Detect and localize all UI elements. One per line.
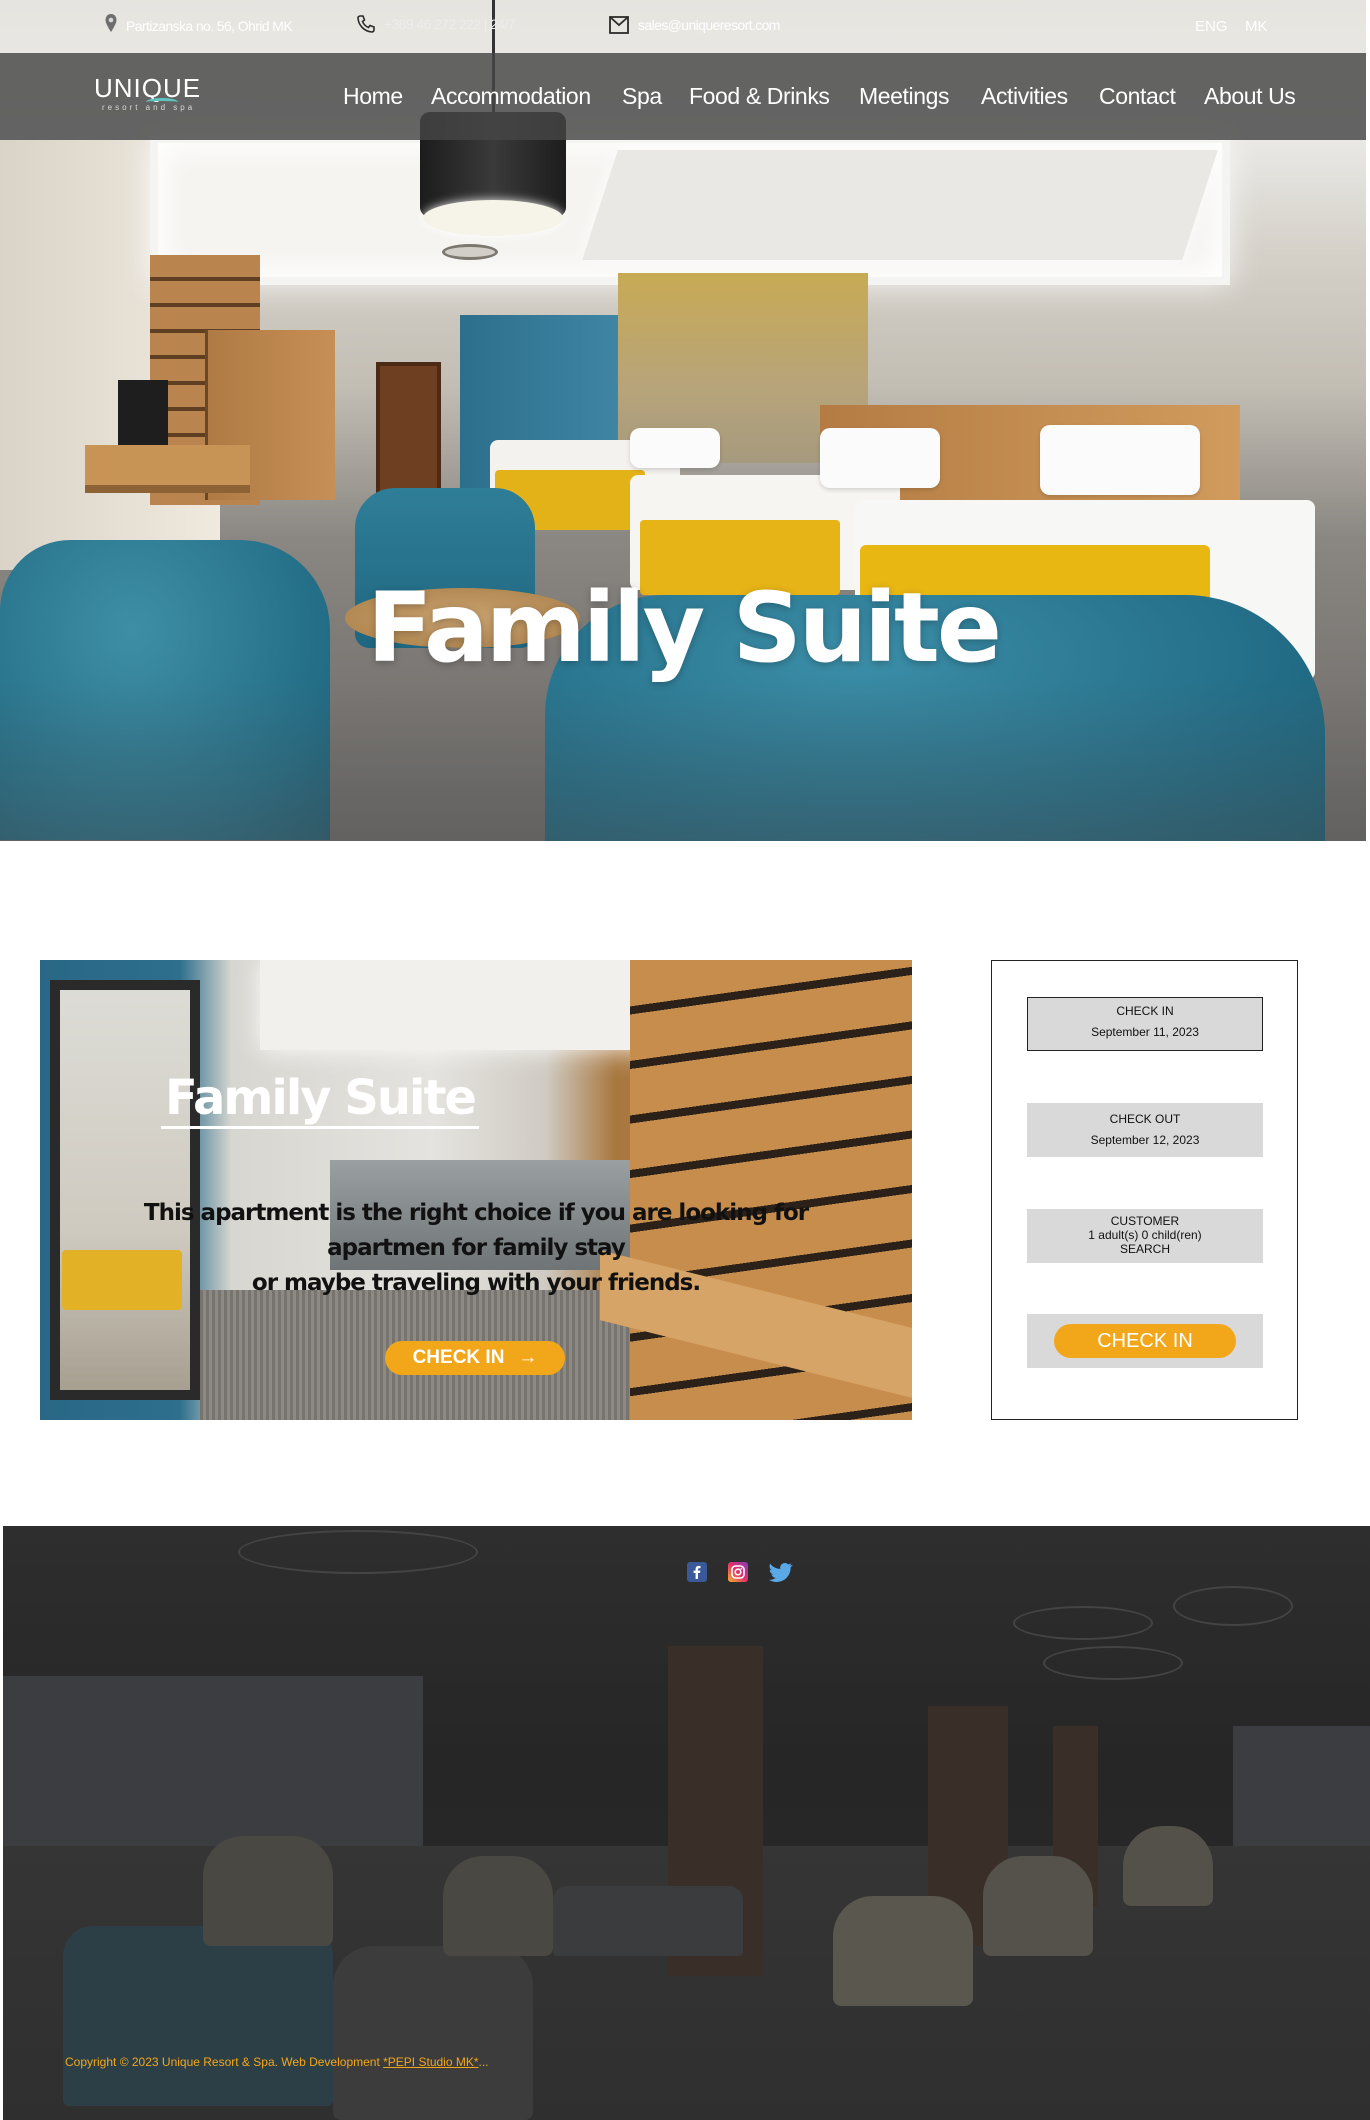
nav-contact[interactable]: Contact	[1099, 83, 1176, 110]
hero-section: Partizanska no. 56, Ohrid MK +389 46 272…	[0, 0, 1366, 841]
instagram-glyph	[731, 1565, 745, 1579]
site-footer: Copyright © 2023 Unique Resort & Spa. We…	[3, 1526, 1370, 2120]
nav-home[interactable]: Home	[343, 83, 403, 110]
footer-chair	[443, 1856, 553, 1956]
room-card: Family Suite This apartment is the right…	[40, 960, 912, 1420]
twitter-glyph	[769, 1562, 793, 1582]
customer-selector[interactable]: CUSTOMER 1 adult(s) 0 child(ren) SEARCH	[1027, 1209, 1263, 1263]
nav-spa[interactable]: Spa	[622, 83, 662, 110]
phone-icon	[357, 15, 375, 33]
hero-monitor	[118, 380, 168, 450]
customer-label: CUSTOMER	[1110, 1214, 1180, 1228]
location-pin-icon	[105, 14, 117, 32]
check-in-date-field[interactable]: CHECK IN September 11, 2023	[1027, 997, 1263, 1051]
footer-ceiling-fixture	[1013, 1606, 1153, 1640]
hero-pillow	[630, 428, 720, 468]
room-mirror	[50, 980, 200, 1400]
room-check-in-button[interactable]: CHECK IN →	[385, 1341, 565, 1375]
nav-activities[interactable]: Activities	[981, 83, 1068, 110]
language-mk[interactable]: MK	[1245, 18, 1268, 35]
check-out-date-field[interactable]: CHECK OUT September 12, 2023	[1027, 1103, 1263, 1157]
footer-chair	[833, 1896, 973, 2006]
footer-ceiling-fixture	[1043, 1646, 1183, 1680]
copyright-suffix: ...	[478, 2055, 489, 2069]
email-link[interactable]: sales@uniqueresort.com	[638, 17, 780, 33]
check-in-label: CHECK IN	[1116, 1004, 1174, 1018]
nav-accommodation[interactable]: Accommodation	[431, 83, 591, 110]
booking-submit-wrap: CHECK IN	[1027, 1314, 1263, 1368]
hero-ceiling-panel	[582, 150, 1218, 260]
customer-value: 1 adult(s) 0 child(ren)	[1088, 1228, 1202, 1242]
nav-meetings[interactable]: Meetings	[859, 83, 950, 110]
booking-panel: CHECK IN September 11, 2023 CHECK OUT Se…	[991, 960, 1298, 1420]
search-label[interactable]: SEARCH	[1027, 1242, 1263, 1256]
room-description-line: or maybe traveling with your friends.	[251, 1270, 701, 1296]
footer-chair	[983, 1856, 1093, 1956]
hero-pillow	[1040, 425, 1200, 495]
footer-ceiling-fixture	[238, 1530, 478, 1574]
address-info: Partizanska no. 56, Ohrid MK	[104, 12, 293, 40]
copyright-text: Copyright © 2023 Unique Resort & Spa. We…	[65, 2055, 384, 2069]
main-nav: Home Accommodation Spa Food & Drinks Mee…	[0, 83, 1366, 113]
developer-link[interactable]: *PEPI Studio MK*	[383, 2055, 478, 2069]
nav-food-drinks[interactable]: Food & Drinks	[689, 83, 830, 110]
booking-check-in-button[interactable]: CHECK IN	[1054, 1324, 1236, 1358]
hero-title: Family Suite	[367, 572, 1002, 684]
room-check-in-label: CHECK IN	[412, 1347, 505, 1368]
room-title-text: Family Suite	[161, 1070, 479, 1129]
hero-spotlight	[442, 244, 498, 260]
copyright-notice: Copyright © 2023 Unique Resort & Spa. We…	[65, 2055, 489, 2069]
room-description-line: This apartment is the right choice if yo…	[143, 1200, 809, 1226]
room-ceiling-light	[260, 960, 660, 1050]
footer-chair	[203, 1836, 333, 1946]
nav-about-us[interactable]: About Us	[1204, 83, 1296, 110]
main-navbar: UNIQUE resort and spa Home Accommodation…	[0, 53, 1366, 140]
footer-chair	[1123, 1826, 1213, 1906]
room-description: This apartment is the right choice if yo…	[40, 1196, 912, 1301]
hero-lamp-glow	[423, 200, 563, 236]
arrow-right-icon: →	[518, 1347, 538, 1368]
check-in-value: September 11, 2023	[1091, 1025, 1199, 1039]
facebook-icon[interactable]	[687, 1562, 707, 1582]
footer-ceiling-fixture	[1173, 1586, 1293, 1626]
address-text: Partizanska no. 56, Ohrid MK	[126, 18, 293, 34]
hero-desk	[85, 445, 250, 493]
facebook-glyph	[693, 1565, 701, 1579]
top-info-bar: Partizanska no. 56, Ohrid MK +389 46 272…	[0, 0, 1366, 53]
email-info[interactable]: sales@uniqueresort.com	[608, 14, 780, 36]
room-description-line: apartmen for family stay	[327, 1235, 626, 1261]
check-out-label: CHECK OUT	[1109, 1112, 1181, 1126]
phone-text: +389 46 272 222 | 24/7	[384, 16, 516, 32]
footer-sofa	[553, 1886, 743, 1956]
footer-chair	[333, 1946, 533, 2120]
phone-info[interactable]: +389 46 272 222 | 24/7	[356, 14, 516, 34]
check-out-value: September 12, 2023	[1090, 1133, 1200, 1147]
footer-armchair	[63, 1926, 333, 2106]
language-eng[interactable]: ENG	[1195, 18, 1228, 35]
mail-icon	[609, 16, 629, 34]
hero-floor	[0, 680, 1366, 841]
hero-pillow	[820, 428, 940, 488]
hero-door	[376, 362, 441, 497]
twitter-icon[interactable]	[769, 1562, 793, 1582]
instagram-icon[interactable]	[728, 1562, 748, 1582]
room-title: Family Suite	[40, 1070, 912, 1129]
